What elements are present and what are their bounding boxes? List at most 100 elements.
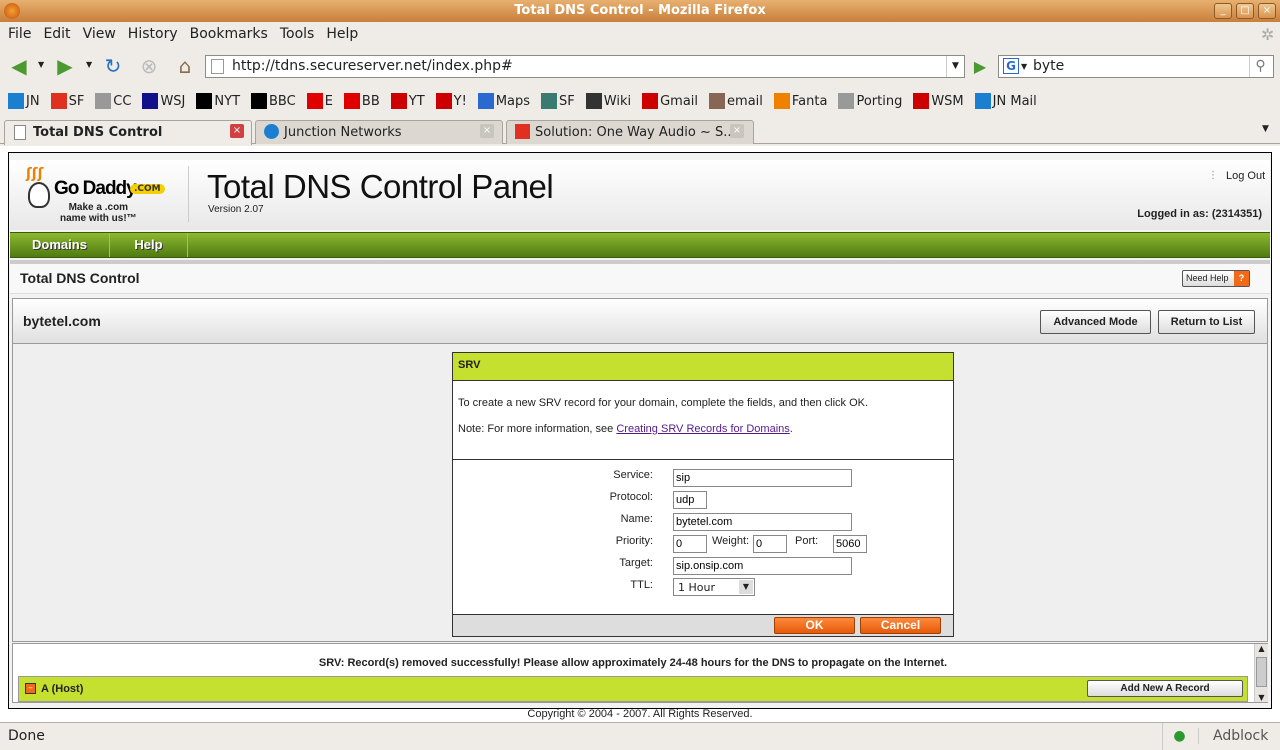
menu-history[interactable]: History (122, 22, 184, 46)
srv-help-link[interactable]: Creating SRV Records for Domains (616, 423, 789, 435)
priority-input[interactable] (673, 535, 707, 553)
bookmark-bbc[interactable]: BBC (251, 93, 296, 109)
status-text: Done (8, 728, 45, 744)
bookmark-icon (435, 93, 452, 109)
reload-icon[interactable]: ↻ (100, 53, 126, 79)
port-input[interactable] (833, 535, 867, 553)
name-input[interactable] (673, 513, 852, 531)
menu-tools[interactable]: Tools (274, 22, 321, 46)
close-window-button[interactable]: × (1258, 3, 1276, 19)
protocol-input[interactable] (673, 491, 707, 509)
back-icon[interactable]: ◀ (6, 53, 32, 79)
menu-help[interactable]: Help (320, 22, 364, 46)
domain-name: bytetel.com (23, 313, 101, 329)
bookmark-label: NYT (214, 93, 241, 109)
url-dropdown[interactable]: ▼ (946, 56, 964, 77)
close-tab-icon[interactable]: × (480, 124, 494, 138)
url-input[interactable]: http://tdns.secureserver.net/index.php# ▼ (205, 55, 965, 78)
bookmark-maps[interactable]: Maps (477, 93, 531, 109)
back-history-dropdown[interactable]: ▼ (38, 60, 44, 69)
version-label: Version 2.07 (208, 204, 264, 215)
name-label: Name: (620, 513, 653, 525)
bookmark-label: SF (68, 93, 85, 109)
menu-bar: File Edit View History Bookmarks Tools H… (0, 22, 1280, 46)
tab-junction-networks[interactable]: Junction Networks (255, 120, 503, 144)
nav-domains[interactable]: Domains (10, 233, 110, 257)
bookmark-icon (142, 93, 159, 109)
section-title: Total DNS Control (20, 270, 140, 286)
menu-view[interactable]: View (77, 22, 122, 46)
bookmark-y-[interactable]: Y! (435, 93, 467, 109)
search-engine-dropdown[interactable]: ▼ (1021, 56, 1027, 77)
bookmark-cc[interactable]: CC (95, 93, 131, 109)
menu-file[interactable]: File (2, 22, 37, 46)
advanced-mode-button[interactable]: Advanced Mode (1040, 310, 1151, 334)
bookmark-label: Maps (495, 93, 531, 109)
ok-button[interactable]: OK (774, 617, 855, 634)
logout-link[interactable]: Log Out (1226, 170, 1265, 182)
cancel-button[interactable]: Cancel (860, 617, 941, 634)
tab-solution[interactable]: Solution: One Way Audio ~ S... (506, 120, 754, 144)
target-input[interactable] (673, 557, 852, 575)
service-label: Service: (613, 469, 653, 481)
window-title: Total DNS Control - Mozilla Firefox (514, 3, 766, 18)
panel-title: Total DNS Control Panel (207, 168, 554, 205)
search-icon[interactable]: ⚲ (1249, 56, 1271, 77)
need-help-button[interactable]: Need Help? (1182, 270, 1250, 287)
scrollbar[interactable]: ▲ ▼ (1254, 644, 1268, 702)
bookmark-wsm[interactable]: WSM (913, 93, 964, 109)
bookmark-sf[interactable]: SF (541, 93, 575, 109)
weight-label: Weight: (712, 535, 750, 547)
tab-label: Total DNS Control (33, 125, 163, 140)
return-to-list-button[interactable]: Return to List (1158, 310, 1255, 334)
adblock-button[interactable]: Adblock (1198, 728, 1268, 744)
bookmark-bb[interactable]: BB (343, 93, 380, 109)
bookmark-email[interactable]: email (709, 93, 763, 109)
bookmark-jn[interactable]: JN (8, 93, 40, 109)
ttl-select[interactable]: 1 Hour ▼ (673, 578, 755, 596)
bookmark-wsj[interactable]: WSJ (142, 93, 185, 109)
bookmark-e[interactable]: E (306, 93, 333, 109)
page-icon (211, 59, 224, 74)
add-new-a-record-button[interactable]: Add New A Record (1087, 680, 1243, 697)
bookmark-nyt[interactable]: NYT (196, 93, 240, 109)
collapse-icon[interactable]: – (25, 683, 36, 694)
forward-icon[interactable]: ▶ (52, 53, 78, 79)
tab-total-dns-control[interactable]: Total DNS Control (4, 120, 252, 145)
bookmark-label: E (324, 93, 333, 109)
bookmark-icon (477, 93, 494, 109)
bookmark-fanta[interactable]: Fanta (773, 93, 827, 109)
go-button[interactable]: ▶ (969, 55, 991, 78)
tab-list-dropdown[interactable]: ▼ (1262, 124, 1269, 134)
minimize-button[interactable]: _ (1214, 3, 1232, 19)
maximize-button[interactable]: □ (1236, 3, 1254, 19)
menu-edit[interactable]: Edit (37, 22, 76, 46)
weight-input[interactable] (753, 535, 787, 553)
bookmark-label: JN (26, 93, 40, 109)
bookmark-icon (343, 93, 360, 109)
search-input[interactable]: G ▼ byte ⚲ (998, 55, 1274, 78)
copyright: Copyright © 2004 - 2007. All Rights Rese… (527, 708, 753, 720)
close-tab-icon[interactable]: × (230, 124, 244, 138)
bookmark-wiki[interactable]: Wiki (585, 93, 631, 109)
logged-in-label: Logged in as: (2314351) (1137, 208, 1262, 220)
bookmark-porting[interactable]: Porting (838, 93, 902, 109)
home-icon[interactable]: ⌂ (172, 53, 198, 79)
google-icon[interactable]: G (1003, 58, 1019, 74)
close-tab-icon[interactable]: × (730, 124, 744, 138)
bookmark-icon (913, 93, 930, 109)
bookmark-jn-mail[interactable]: JN Mail (974, 93, 1037, 109)
bookmark-icon (541, 93, 558, 109)
bookmark-icon (8, 93, 24, 109)
bookmark-label: YT (408, 93, 425, 109)
forward-history-dropdown[interactable]: ▼ (86, 60, 92, 69)
menu-bookmarks[interactable]: Bookmarks (184, 22, 274, 46)
nav-help[interactable]: Help (110, 233, 188, 257)
secure-check-icon[interactable]: ● (1162, 723, 1196, 750)
bookmark-yt[interactable]: YT (390, 93, 425, 109)
bookmark-icon (196, 93, 213, 109)
stop-icon[interactable]: ⊗ (136, 53, 162, 79)
bookmark-gmail[interactable]: Gmail (642, 93, 698, 109)
service-input[interactable] (673, 469, 852, 487)
bookmark-sf[interactable]: SF (50, 93, 85, 109)
